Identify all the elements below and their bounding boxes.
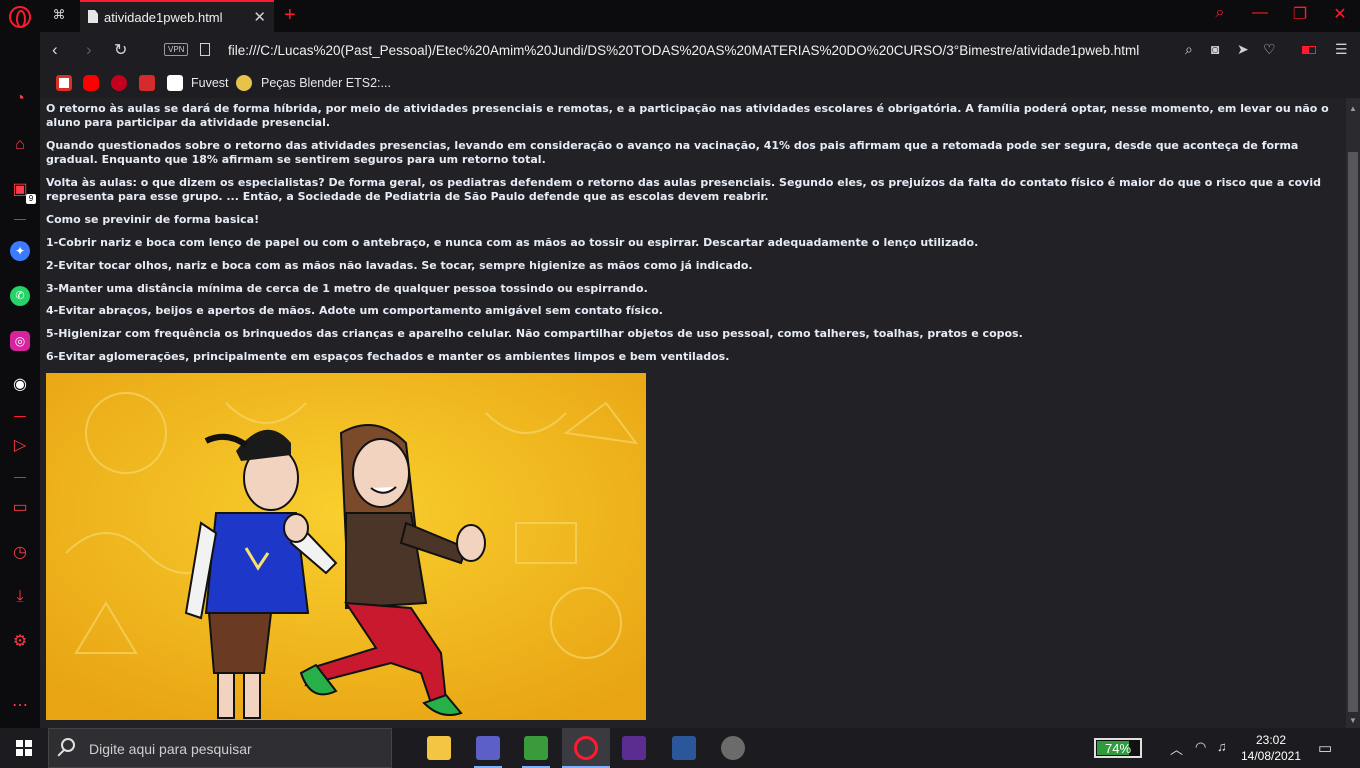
scroll-up-icon[interactable]: ▲: [1349, 104, 1357, 113]
teams-icon[interactable]: [476, 736, 500, 760]
search-placeholder: Digite aqui para pesquisar: [89, 741, 252, 757]
windows-taskbar: Digite aqui para pesquisar 74% ︿ ◠ ♫ 23:…: [0, 728, 1360, 768]
sidebar-divider: [14, 416, 26, 417]
speed-dial-icon[interactable]: ◔: [10, 89, 30, 109]
tab-active[interactable]: atividade1pweb.html ✕: [80, 0, 274, 32]
page-info-icon[interactable]: [200, 43, 210, 56]
address-bar: ‹ › ↻ VPN file:///C:/Lucas%20(Past_Pesso…: [40, 32, 1360, 68]
downloads-icon[interactable]: ⤓: [10, 587, 30, 607]
prevention-item-2: 2-Evitar tocar olhos, nariz e boca com a…: [46, 259, 753, 272]
devcpp-icon[interactable]: [622, 736, 646, 760]
battery-percent: 74%: [1104, 741, 1132, 756]
page-content: O retorno às aulas se dará de forma híbr…: [40, 98, 1346, 728]
paragraph-hybrid-return: O retorno às aulas se dará de forma híbr…: [46, 102, 1329, 129]
prevention-item-4: 4-Evitar abraços, beijos e apertos de mã…: [46, 304, 663, 317]
vpn-badge[interactable]: VPN: [164, 43, 189, 56]
paragraph-specialists: Volta às aulas: o que dizem os especiali…: [46, 176, 1321, 203]
tabs-icon[interactable]: ▭: [10, 498, 30, 518]
tab-bar: ⌘ atividade1pweb.html ✕ + ⌕ — ❐ ✕: [0, 0, 1360, 32]
prevention-item-3: 3-Manter uma distância mínima de cerca d…: [46, 282, 648, 295]
taskbar-search[interactable]: Digite aqui para pesquisar: [48, 728, 392, 768]
restore-icon[interactable]: ❐: [1290, 4, 1310, 24]
wifi-icon[interactable]: ◠: [1195, 739, 1206, 755]
windows-start-icon[interactable]: [16, 740, 32, 756]
clock-date: 14/08/2021: [1240, 749, 1302, 763]
notifications-icon[interactable]: ▭: [1318, 739, 1332, 757]
close-tab-icon[interactable]: ✕: [253, 8, 266, 26]
taskbar-clock[interactable]: 23:02 14/08/2021: [1240, 732, 1302, 764]
paragraph-parents-survey: Quando questionados sobre o retorno das …: [46, 139, 1299, 166]
player-icon[interactable]: ▷: [10, 436, 30, 456]
search-tabs-icon[interactable]: ⌕: [1210, 4, 1230, 22]
gimp-icon[interactable]: [721, 736, 745, 760]
show-hidden-icons-icon[interactable]: ︿: [1170, 739, 1183, 758]
heart-icon[interactable]: ♡: [1263, 41, 1276, 58]
new-tab-icon[interactable]: +: [284, 4, 296, 27]
forward-icon[interactable]: ›: [86, 40, 92, 60]
file-explorer-icon[interactable]: [427, 736, 451, 760]
send-icon[interactable]: ➤: [1237, 41, 1249, 58]
close-window-icon[interactable]: ✕: [1330, 4, 1350, 24]
history-icon[interactable]: ◷: [10, 543, 30, 563]
document-icon: [88, 10, 98, 23]
battery-saver-icon[interactable]: [1302, 46, 1316, 54]
reload-icon[interactable]: ↻: [114, 40, 127, 60]
camera-icon[interactable]: ◙: [1211, 41, 1219, 57]
prevention-heading: Como se previnir de forma basica!: [46, 213, 260, 226]
cartoon-illustration: [46, 373, 646, 720]
settings-icon[interactable]: ⚙: [10, 632, 30, 652]
bookmarks-bar: Fuvest Peças Blender ETS2:...: [40, 68, 1360, 98]
notepad-icon[interactable]: [524, 736, 548, 760]
prevention-item-5: 5-Higienizar com frequência os brinquedo…: [46, 327, 1023, 340]
sidebar-divider: [14, 477, 26, 478]
app-bookmark-icon[interactable]: [111, 75, 127, 91]
youtube-icon[interactable]: [83, 75, 99, 91]
messenger-icon[interactable]: ✦: [10, 241, 30, 261]
word-icon[interactable]: [672, 736, 696, 760]
gamepad-icon[interactable]: ⌘: [50, 8, 68, 22]
prevention-item-6: 6-Evitar aglomerações, principalmente em…: [46, 350, 730, 363]
prevention-item-1: 1-Cobrir nariz e boca com lenço de papel…: [46, 236, 979, 249]
instagram-icon[interactable]: ◎: [10, 331, 30, 351]
player-bookmark-icon[interactable]: [139, 75, 155, 91]
page-scrollbar[interactable]: ▲ ▼: [1346, 98, 1360, 728]
url-field[interactable]: file:///C:/Lucas%20(Past_Pessoal)/Etec%2…: [228, 43, 1139, 58]
discord-icon[interactable]: ◉: [10, 375, 30, 395]
search-icon: [61, 738, 75, 752]
tab-title: atividade1pweb.html: [104, 10, 223, 25]
opera-menu-icon[interactable]: [9, 6, 31, 28]
easy-setup-icon[interactable]: ☰: [1335, 41, 1348, 58]
battery-indicator[interactable]: 74%: [1094, 738, 1142, 758]
sidebar: ◔ ⌂ ▣ 9 ✦ ✆ ◎ ◉ ▷ ▭ ◷ ⤓ ⚙ ⋯: [0, 32, 40, 728]
whatsapp-icon[interactable]: ✆: [10, 286, 30, 306]
scroll-down-icon[interactable]: ▼: [1349, 716, 1357, 725]
blender-icon[interactable]: [236, 75, 252, 91]
bookmark-fuvest[interactable]: Fuvest: [191, 76, 229, 90]
more-icon[interactable]: ⋯: [10, 696, 30, 716]
back-icon[interactable]: ‹: [52, 40, 58, 60]
scroll-thumb[interactable]: [1348, 152, 1358, 712]
zoom-search-icon[interactable]: ⌕: [1185, 41, 1193, 58]
opera-icon[interactable]: [574, 736, 598, 760]
notification-badge: 9: [26, 194, 36, 204]
bookmark-blender[interactable]: Peças Blender ETS2:...: [261, 76, 391, 90]
shopping-bag-icon[interactable]: ⌂: [10, 135, 30, 155]
clock-time: 23:02: [1255, 733, 1287, 747]
gmail-icon[interactable]: [56, 75, 72, 91]
minimize-icon[interactable]: —: [1250, 4, 1270, 22]
fuvest-icon[interactable]: [167, 75, 183, 91]
volume-icon[interactable]: ♫: [1217, 739, 1227, 754]
sidebar-divider: [14, 219, 26, 220]
